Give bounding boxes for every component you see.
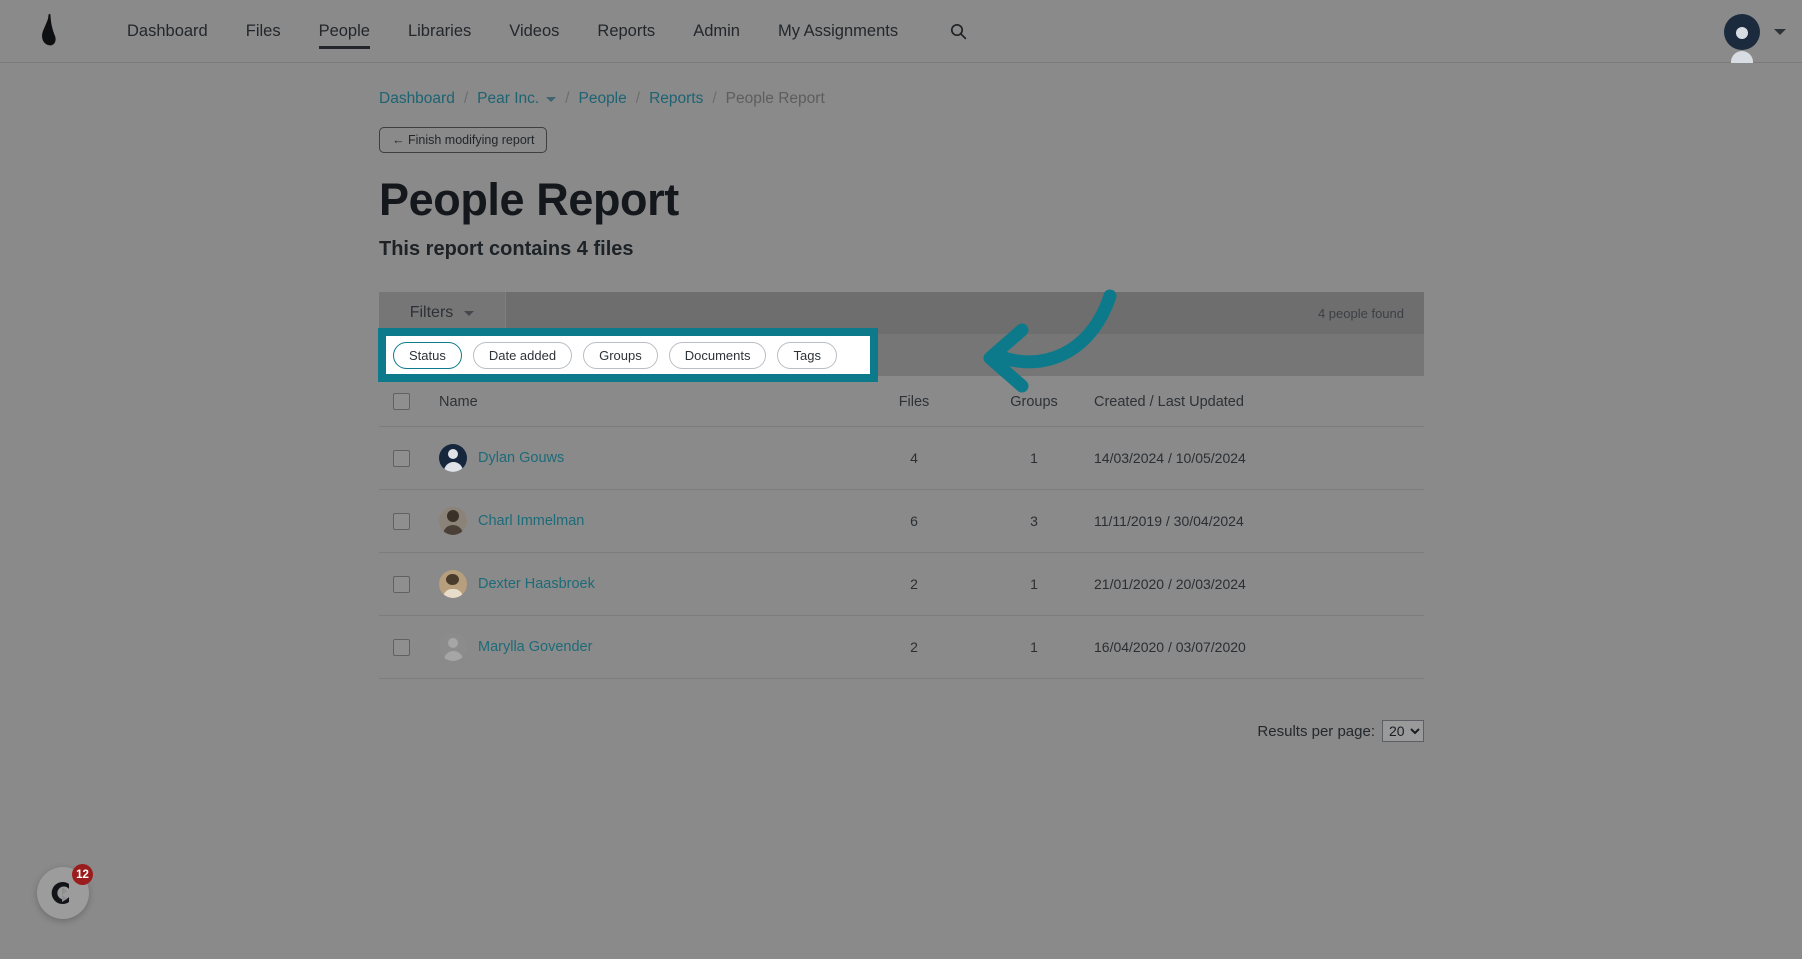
person-link[interactable]: Dexter Haasbroek <box>478 576 595 592</box>
pear-logo-icon <box>42 14 56 46</box>
avatar <box>439 507 467 535</box>
notification-badge: 12 <box>72 864 93 885</box>
nav-item-libraries[interactable]: Libraries <box>389 0 490 63</box>
table-header-row: Name Files Groups Created / Last Updated <box>379 376 1424 427</box>
results-per-page-label: Results per page: <box>1257 722 1375 740</box>
results-per-page: Results per page: 20 <box>379 720 1424 742</box>
nav-item-my-assignments[interactable]: My Assignments <box>759 0 917 63</box>
row-files-cell: 2 <box>854 552 974 616</box>
account-area <box>1724 0 1786 63</box>
column-header-files[interactable]: Files <box>854 376 974 427</box>
table-body: Dylan Gouws 4 1 14/03/2024 / 10/05/2024 <box>379 426 1424 679</box>
search-icon <box>950 23 966 39</box>
filters-label: Filters <box>409 304 454 321</box>
row-checkbox[interactable] <box>393 512 410 530</box>
table-head: Name Files Groups Created / Last Updated <box>379 376 1424 427</box>
row-groups-cell: 3 <box>974 489 1094 553</box>
row-groups-cell: 1 <box>974 552 1094 616</box>
filter-chip-tags[interactable]: Tags <box>777 341 837 369</box>
column-header-groups[interactable]: Groups <box>974 376 1094 427</box>
select-all-header <box>379 376 439 427</box>
column-header-created-updated[interactable]: Created / Last Updated <box>1094 376 1424 427</box>
breadcrumb-separator: / <box>565 90 570 107</box>
row-name-cell: Dylan Gouws <box>439 426 854 490</box>
row-name-cell: Dexter Haasbroek <box>439 552 854 616</box>
nav-item-reports[interactable]: Reports <box>578 0 674 63</box>
top-navigation-bar: Dashboard Files People Libraries Videos … <box>0 0 1802 63</box>
brand-logo[interactable] <box>6 14 92 48</box>
row-dates-cell: 21/01/2020 / 20/03/2024 <box>1094 552 1424 616</box>
avatar <box>439 633 467 661</box>
row-files-cell: 6 <box>854 489 974 553</box>
chat-widget-icon <box>51 882 69 904</box>
chat-widget-button[interactable]: 12 <box>37 864 93 919</box>
person-link[interactable]: Dylan Gouws <box>478 450 564 466</box>
row-name-cell: Marylla Govender <box>439 615 854 679</box>
finish-modifying-report-button[interactable]: ← Finish modifying report <box>379 127 548 153</box>
nav-links: Dashboard Files People Libraries Videos … <box>108 0 975 63</box>
row-checkbox[interactable] <box>393 638 410 656</box>
chevron-down-icon <box>464 310 475 316</box>
breadcrumb-separator: / <box>712 90 717 107</box>
row-select-cell <box>379 615 439 679</box>
annotation-highlight-box: Status Date added Groups Documents Tags <box>378 328 878 382</box>
row-dates-cell: 16/04/2020 / 03/07/2020 <box>1094 615 1424 679</box>
row-groups-cell: 1 <box>974 615 1094 679</box>
results-count-label: 4 people found <box>1317 305 1404 321</box>
row-groups-cell: 1 <box>974 426 1094 490</box>
search-button[interactable] <box>941 14 975 48</box>
row-dates-cell: 11/11/2019 / 30/04/2024 <box>1094 489 1424 553</box>
column-header-name[interactable]: Name <box>439 376 854 427</box>
filter-chip-documents[interactable]: Documents <box>668 341 767 369</box>
row-files-cell: 4 <box>854 426 974 490</box>
row-select-cell <box>379 489 439 553</box>
page-subtitle: This report contains 4 files <box>379 238 634 260</box>
person-link[interactable]: Charl Immelman <box>478 513 584 529</box>
breadcrumb-item-dashboard[interactable]: Dashboard <box>379 90 455 108</box>
table-row[interactable]: Dylan Gouws 4 1 14/03/2024 / 10/05/2024 <box>379 426 1424 490</box>
filter-chip-row: Status Date added Groups Documents Tags <box>378 328 1424 382</box>
breadcrumb-separator: / <box>635 90 641 107</box>
table-row[interactable]: Marylla Govender 2 1 16/04/2020 / 03/07/… <box>379 615 1424 679</box>
nav-item-dashboard[interactable]: Dashboard <box>108 0 227 63</box>
page-root: Dashboard Files People Libraries Videos … <box>0 0 1802 967</box>
filter-chip-status[interactable]: Status <box>393 341 462 369</box>
row-dates-cell: 14/03/2024 / 10/05/2024 <box>1094 426 1424 490</box>
row-checkbox[interactable] <box>393 575 410 593</box>
filter-chip-groups[interactable]: Groups <box>583 341 658 369</box>
row-files-cell: 2 <box>854 615 974 679</box>
filter-chip-date-added[interactable]: Date added <box>472 341 573 369</box>
results-per-page-select[interactable]: 20 <box>1382 720 1424 742</box>
page-title: People Report <box>379 174 679 225</box>
breadcrumb: Dashboard / Pear Inc. / People / Reports… <box>379 63 1424 108</box>
breadcrumb-separator: / <box>463 90 469 107</box>
breadcrumb-item-people[interactable]: People <box>578 90 626 108</box>
table-row[interactable]: Dexter Haasbroek 2 1 21/01/2020 / 20/03/… <box>379 552 1424 616</box>
row-name-cell: Charl Immelman <box>439 489 854 553</box>
nav-item-videos[interactable]: Videos <box>490 0 578 63</box>
breadcrumb-item-reports[interactable]: Reports <box>649 90 703 108</box>
breadcrumb-item-current: People Report <box>725 90 825 107</box>
breadcrumb-item-pear-inc[interactable]: Pear Inc. <box>477 90 539 108</box>
content-inner: Dashboard / Pear Inc. / People / Reports… <box>378 63 1424 742</box>
person-link[interactable]: Marylla Govender <box>478 639 592 655</box>
bottom-strip <box>0 959 1802 967</box>
row-select-cell <box>379 426 439 490</box>
select-all-checkbox[interactable] <box>393 393 410 410</box>
nav-item-people[interactable]: People <box>300 0 389 63</box>
main-content: Dashboard / Pear Inc. / People / Reports… <box>0 63 1802 742</box>
table-row[interactable]: Charl Immelman 6 3 11/11/2019 / 30/04/20… <box>379 489 1424 553</box>
row-select-cell <box>379 552 439 616</box>
nav-item-files[interactable]: Files <box>227 0 300 63</box>
avatar <box>439 444 467 472</box>
row-checkbox[interactable] <box>393 449 410 467</box>
chevron-down-icon[interactable] <box>1774 28 1786 35</box>
user-avatar-icon[interactable] <box>1724 13 1760 63</box>
nav-item-admin[interactable]: Admin <box>674 0 759 63</box>
people-table: Name Files Groups Created / Last Updated <box>379 376 1424 679</box>
avatar <box>439 570 467 598</box>
chevron-down-icon[interactable] <box>546 96 557 102</box>
